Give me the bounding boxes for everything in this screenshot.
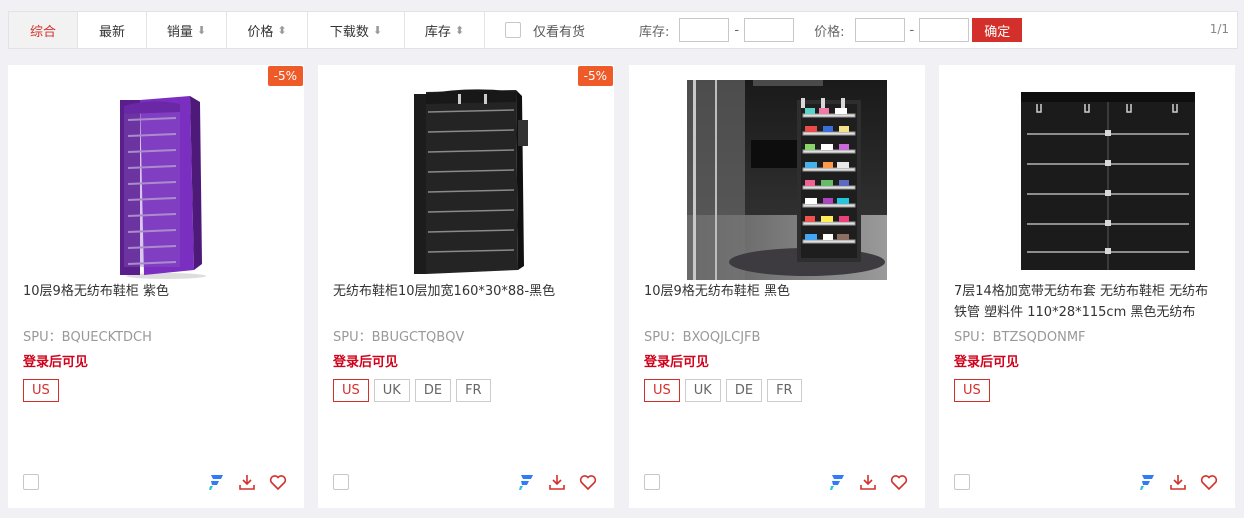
sort-tab-comprehensive[interactable]: 综合: [9, 12, 78, 48]
site-tags: US: [954, 379, 995, 402]
product-card[interactable]: -5% 无纺布鞋柜10层加宽160*30*88-黑色 SPU：BBUGCTQBQ…: [318, 65, 614, 508]
favorite-heart-icon[interactable]: [578, 472, 598, 492]
sort-tab-downloads[interactable]: 下载数 ⬇: [308, 12, 405, 48]
sort-down-icon: ⬇: [196, 23, 207, 37]
product-card[interactable]: 7层14格加宽带无纺布套 无纺布鞋柜 无纺布 铁管 塑料件 110*28*115…: [939, 65, 1235, 508]
site-tag-de[interactable]: DE: [725, 379, 763, 402]
sort-tab-newest[interactable]: 最新: [78, 12, 147, 48]
product-title[interactable]: 无纺布鞋柜10层加宽160*30*88-黑色: [333, 281, 599, 302]
select-product-checkbox[interactable]: [954, 474, 970, 490]
stock-min-input[interactable]: [679, 18, 730, 42]
site-tag-de[interactable]: DE: [414, 379, 452, 402]
favorite-heart-icon[interactable]: [268, 472, 288, 492]
site-tag-us[interactable]: US: [333, 379, 369, 402]
sort-down-icon: ⬇: [372, 23, 383, 37]
price-max-input[interactable]: [919, 18, 970, 42]
product-spu: SPU：BXOQJLCJFB: [644, 330, 761, 345]
product-card[interactable]: 10层9格无纺布鞋柜 黑色 SPU：BXOQJLCJFB 登录后可见 US UK…: [629, 65, 925, 508]
sort-tab-label: 销量: [166, 24, 193, 40]
product-actions: [816, 472, 909, 492]
product-actions: [195, 472, 288, 492]
site-tags: US: [23, 379, 64, 402]
product-card[interactable]: -5% 10层9格无纺布鞋柜 紫色 SPU：BQUECKTDCH 登录后可见 U…: [8, 65, 304, 508]
site-tag-fr[interactable]: FR: [456, 379, 491, 402]
sort-updown-icon: ⬍: [454, 23, 465, 37]
price-range-label: 价格:: [814, 24, 845, 40]
stock-range-dash: -: [734, 22, 740, 38]
site-tag-us[interactable]: US: [954, 379, 990, 402]
stock-max-input[interactable]: [744, 18, 795, 42]
site-tags: US UK DE FR: [333, 379, 496, 402]
discount-badge: -5%: [577, 66, 613, 86]
download-icon[interactable]: [547, 472, 567, 492]
in-stock-filter[interactable]: 仅看有货: [505, 21, 585, 40]
site-tag-us[interactable]: US: [23, 379, 59, 402]
product-title[interactable]: 10层9格无纺布鞋柜 黑色: [644, 281, 910, 302]
site-tag-uk[interactable]: UK: [373, 379, 410, 402]
select-product-checkbox[interactable]: [644, 474, 660, 490]
favorite-heart-icon[interactable]: [1199, 472, 1219, 492]
sort-tab-label: 库存: [424, 24, 451, 40]
select-product-checkbox[interactable]: [333, 474, 349, 490]
site-tag-us[interactable]: US: [644, 379, 680, 402]
confirm-filter-button[interactable]: 确定: [972, 18, 1023, 42]
sort-tab-label: 下载数: [329, 24, 369, 40]
filter-bar: 综合 最新 销量 ⬇ 价格 ⬍ 下载数 ⬇ 库存 ⬍ 仅看有货 库存: - 价格: - …: [8, 11, 1238, 49]
login-to-view-price[interactable]: 登录后可见: [954, 351, 1019, 370]
product-spu: SPU：BBUGCTQBQV: [333, 330, 465, 345]
select-product-checkbox[interactable]: [23, 474, 39, 490]
product-spu: SPU：BTZSQDONMF: [954, 330, 1086, 345]
product-image[interactable]: [997, 80, 1197, 280]
product-title[interactable]: 10层9格无纺布鞋柜 紫色: [23, 281, 289, 302]
discount-badge: -5%: [267, 66, 303, 86]
product-image[interactable]: [66, 80, 266, 280]
product-actions: [1126, 472, 1219, 492]
sort-tab-label: 价格: [247, 24, 274, 40]
download-icon[interactable]: [237, 472, 257, 492]
page-indicator: 1/1: [1209, 22, 1229, 36]
publish-icon[interactable]: [827, 472, 847, 492]
favorite-heart-icon[interactable]: [889, 472, 909, 492]
site-tag-fr[interactable]: FR: [767, 379, 802, 402]
login-to-view-price[interactable]: 登录后可见: [333, 351, 398, 370]
site-tag-uk[interactable]: UK: [684, 379, 721, 402]
login-to-view-price[interactable]: 登录后可见: [644, 351, 709, 370]
sort-tab-label: 最新: [98, 24, 125, 40]
sort-tab-label: 综合: [29, 24, 56, 40]
publish-icon[interactable]: [1137, 472, 1157, 492]
login-to-view-price[interactable]: 登录后可见: [23, 351, 88, 370]
in-stock-label: 仅看有货: [533, 24, 586, 40]
price-min-input[interactable]: [854, 18, 905, 42]
sort-tab-price[interactable]: 价格 ⬍: [227, 12, 308, 48]
download-icon[interactable]: [858, 472, 878, 492]
sort-tab-sales[interactable]: 销量 ⬇: [147, 12, 227, 48]
product-spu: SPU：BQUECKTDCH: [23, 330, 152, 345]
download-icon[interactable]: [1168, 472, 1188, 492]
price-range-dash: -: [909, 22, 915, 38]
stock-range-label: 库存:: [639, 24, 670, 40]
product-actions: [505, 472, 598, 492]
site-tags: US UK DE FR: [644, 379, 807, 402]
sort-tab-stock[interactable]: 库存 ⬍: [405, 12, 485, 48]
sort-updown-icon: ⬍: [277, 23, 287, 37]
publish-icon[interactable]: [516, 472, 536, 492]
product-image[interactable]: [376, 80, 576, 280]
publish-icon[interactable]: [206, 472, 226, 492]
product-title[interactable]: 7层14格加宽带无纺布套 无纺布鞋柜 无纺布 铁管 塑料件 110*28*115…: [954, 281, 1220, 323]
in-stock-checkbox[interactable]: [505, 22, 521, 38]
product-image[interactable]: [687, 80, 887, 280]
